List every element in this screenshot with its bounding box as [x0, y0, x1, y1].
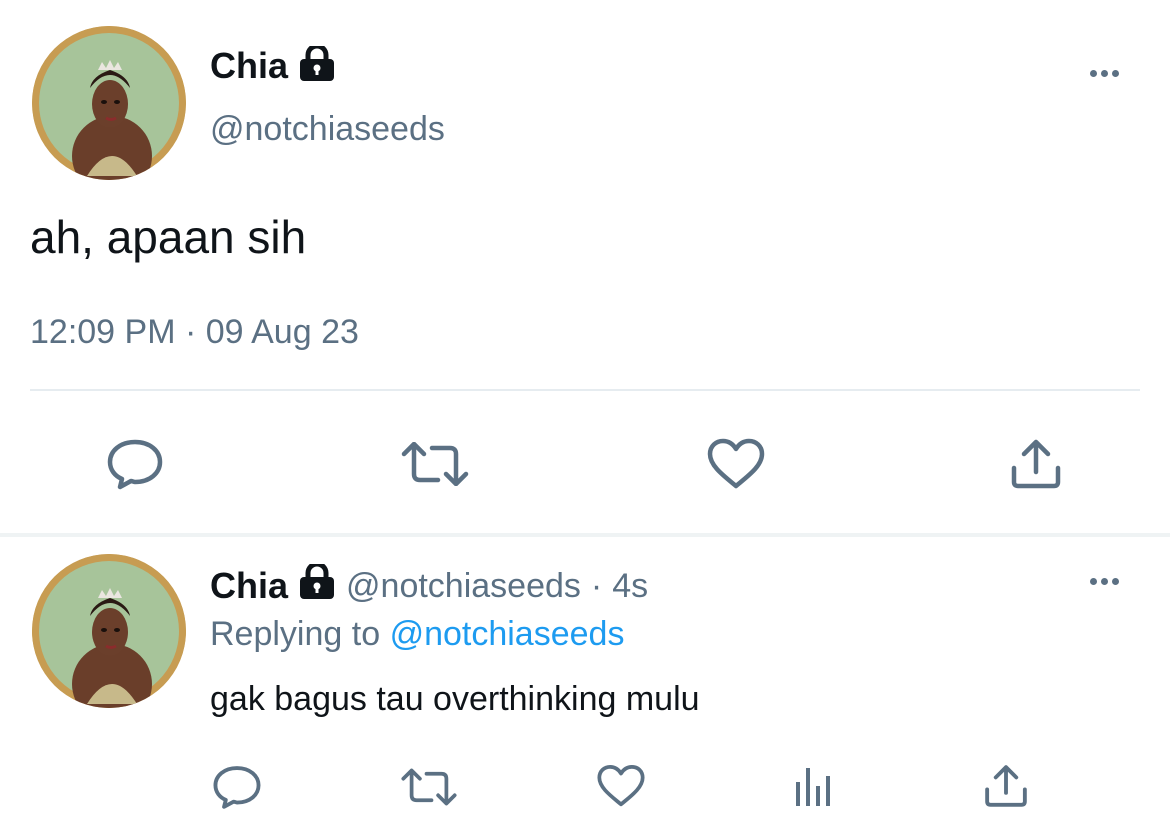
display-name[interactable]: Chia: [210, 45, 288, 87]
more-options-icon[interactable]: [1090, 578, 1119, 585]
share-icon[interactable]: [982, 762, 1030, 810]
replying-to: Replying to @notchiaseeds: [210, 615, 624, 654]
handle[interactable]: @notchiaseeds: [346, 567, 581, 606]
display-name[interactable]: Chia: [210, 565, 288, 607]
tweet-text: ah, apaan sih: [30, 211, 307, 263]
more-options-icon[interactable]: [1090, 70, 1119, 77]
reply-icon[interactable]: [212, 764, 262, 810]
meta-separator: ·: [590, 566, 603, 605]
retweet-icon[interactable]: [400, 442, 470, 486]
analytics-icon[interactable]: [792, 762, 834, 808]
timestamp[interactable]: 12:09 PM · 09 Aug 23: [30, 313, 359, 352]
avatar-image: [32, 26, 186, 180]
reply-author-row: Chia @notchiaseeds · 4s: [210, 561, 648, 609]
replying-to-link[interactable]: @notchiaseeds: [390, 615, 625, 653]
avatar[interactable]: [32, 26, 186, 180]
share-icon[interactable]: [1008, 436, 1064, 492]
replying-prefix: Replying to: [210, 615, 381, 653]
retweet-icon[interactable]: [400, 768, 458, 806]
section-divider: [0, 533, 1170, 537]
tweet-age[interactable]: 4s: [612, 567, 648, 606]
avatar-image: [32, 554, 186, 708]
lock-icon: [298, 561, 336, 609]
avatar[interactable]: [32, 554, 186, 708]
like-icon[interactable]: [596, 764, 646, 808]
handle[interactable]: @notchiaseeds: [210, 110, 445, 149]
divider: [30, 389, 1140, 391]
lock-icon: [298, 43, 336, 87]
like-icon[interactable]: [706, 438, 766, 490]
reply-icon[interactable]: [106, 438, 164, 490]
author-row: Chia: [210, 43, 336, 88]
tweet-text: gak bagus tau overthinking mulu: [210, 680, 700, 718]
